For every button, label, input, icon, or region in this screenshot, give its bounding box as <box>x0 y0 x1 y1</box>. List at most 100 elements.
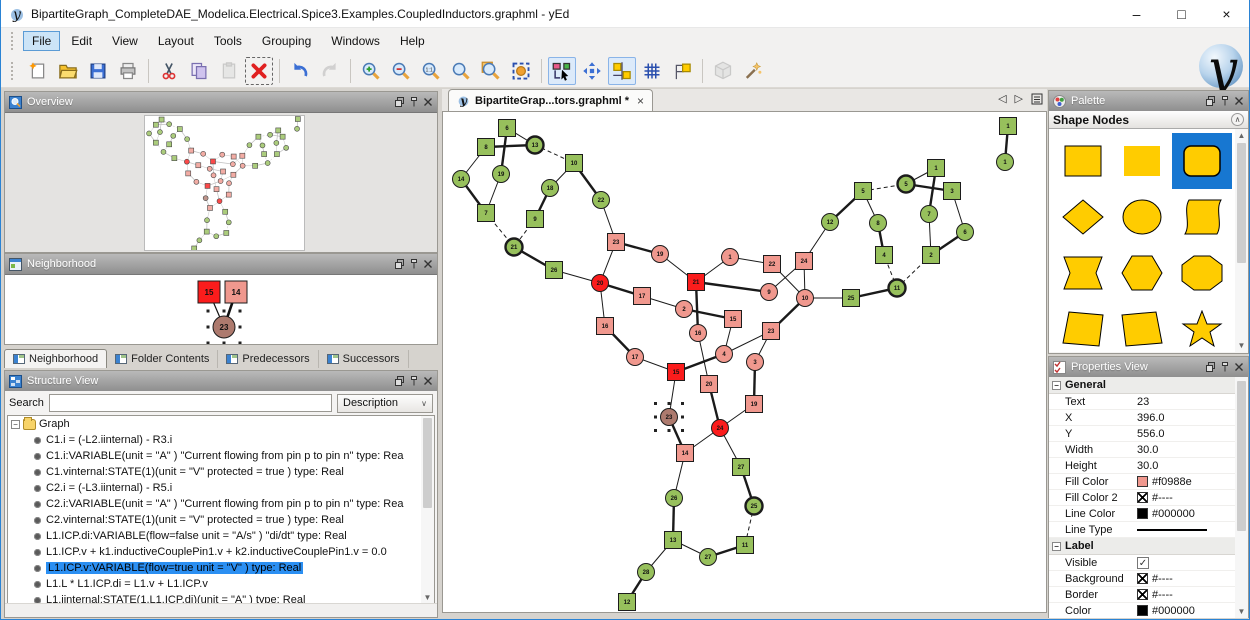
palette-shape-octagon[interactable] <box>1172 245 1232 301</box>
menu-item-help[interactable]: Help <box>391 31 434 51</box>
neighborhood-panel-buttons[interactable] <box>395 259 433 269</box>
property-row-x[interactable]: X396.0 <box>1049 410 1248 426</box>
selection-handle[interactable] <box>207 310 210 313</box>
structure-scrollbar[interactable]: ▼ <box>421 416 434 604</box>
copy-button[interactable] <box>185 57 213 85</box>
property-row-y[interactable]: Y556.0 <box>1049 426 1248 442</box>
zoom-out-button[interactable] <box>387 57 415 85</box>
pin-panel-icon[interactable] <box>1220 96 1230 106</box>
palette-shape-plain-rectangle[interactable] <box>1113 133 1173 189</box>
pin-panel-icon[interactable] <box>409 376 419 386</box>
structure-search-input[interactable] <box>49 394 332 412</box>
float-panel-icon[interactable] <box>395 97 405 107</box>
minimize-button[interactable]: – <box>1114 0 1159 28</box>
close-panel-icon[interactable] <box>423 259 433 269</box>
undo-button[interactable] <box>286 57 314 85</box>
neighborhood-tab-successors[interactable]: Successors <box>319 350 409 368</box>
selection-handle[interactable] <box>207 326 210 329</box>
property-section-label[interactable]: −Label <box>1049 538 1248 555</box>
zoom-in-button[interactable] <box>357 57 385 85</box>
overview-panel-titlebar[interactable]: Overview <box>5 92 437 112</box>
property-row-color[interactable]: Color#000000 <box>1049 603 1248 618</box>
selection-handle[interactable] <box>239 310 242 313</box>
tree-item[interactable]: C1.i = (-L2.iinternal) - R3.i <box>8 432 434 448</box>
overview-panel-buttons[interactable] <box>395 97 433 107</box>
graph-canvas[interactable]: 6813101419182279212326192017211111535712… <box>442 112 1047 613</box>
properties-panel-titlebar[interactable]: Properties View <box>1049 357 1248 377</box>
graph-edge[interactable] <box>696 282 769 292</box>
maximize-button[interactable]: □ <box>1159 0 1204 28</box>
cut-button[interactable] <box>155 57 183 85</box>
structure-hscrollbar[interactable] <box>5 603 437 617</box>
view-3d-button[interactable] <box>709 57 737 85</box>
edge-label-button[interactable] <box>668 57 696 85</box>
palette-shape-ellipse[interactable] <box>1113 189 1173 245</box>
tab-list-icon[interactable] <box>1031 93 1043 105</box>
section-expander-icon[interactable]: − <box>1052 542 1061 551</box>
tree-item[interactable]: C1.i:VARIABLE(unit = "A" ) "Current flow… <box>8 448 434 464</box>
float-panel-icon[interactable] <box>1206 362 1216 372</box>
tree-item[interactable]: L1.ICP.di:VARIABLE(flow=false unit = "A/… <box>8 528 434 544</box>
close-panel-icon[interactable] <box>423 376 433 386</box>
property-row-background[interactable]: Background#---- <box>1049 571 1248 587</box>
property-row-height[interactable]: Height30.0 <box>1049 458 1248 474</box>
new-button[interactable] <box>24 57 52 85</box>
selection-handle[interactable] <box>239 326 242 329</box>
property-row-fill-color[interactable]: Fill Color#f0988e <box>1049 474 1248 490</box>
selection-handle[interactable] <box>668 429 671 432</box>
overview-minimap[interactable] <box>144 115 305 251</box>
property-row-fill-color-2[interactable]: Fill Color 2#---- <box>1049 490 1248 506</box>
float-panel-icon[interactable] <box>395 259 405 269</box>
selection-handle[interactable] <box>207 342 210 345</box>
menu-item-layout[interactable]: Layout <box>149 31 203 51</box>
selection-handle[interactable] <box>668 402 671 405</box>
property-row-border[interactable]: Border#---- <box>1049 587 1248 603</box>
zoom-selection-button[interactable] <box>477 57 505 85</box>
neighborhood-tab-predecessors[interactable]: Predecessors <box>218 350 318 368</box>
zoom-1-1-button[interactable]: 1:1 <box>417 57 445 85</box>
section-expander-icon[interactable]: − <box>1052 381 1061 390</box>
property-row-line-color[interactable]: Line Color#000000 <box>1049 506 1248 522</box>
scroll-up-icon[interactable]: ▲ <box>1235 129 1248 142</box>
palette-shape-diamond[interactable] <box>1053 189 1113 245</box>
structure-panel-titlebar[interactable]: Structure View <box>5 371 437 391</box>
scroll-down-icon[interactable]: ▼ <box>1235 605 1248 618</box>
checkbox-checked-icon[interactable]: ✓ <box>1137 557 1149 569</box>
edit-mode-button[interactable] <box>548 57 576 85</box>
float-panel-icon[interactable] <box>395 376 405 386</box>
float-panel-icon[interactable] <box>1206 96 1216 106</box>
tree-item[interactable]: C1.vinternal:STATE(1)(unit = "V" protect… <box>8 464 434 480</box>
palette-shape-star-5[interactable] <box>1172 301 1232 352</box>
fit-content-button[interactable] <box>507 57 535 85</box>
zoom-button[interactable] <box>447 57 475 85</box>
property-section-general[interactable]: −General <box>1049 377 1248 394</box>
palette-panel-titlebar[interactable]: Palette <box>1049 91 1248 111</box>
selection-handle[interactable] <box>681 429 684 432</box>
document-tab-close-icon[interactable]: × <box>637 94 644 108</box>
tree-root[interactable]: −Graph <box>8 416 434 432</box>
selection-handle[interactable] <box>681 402 684 405</box>
pin-panel-icon[interactable] <box>409 259 419 269</box>
tab-prev-icon[interactable]: ◁ <box>998 92 1006 105</box>
pin-panel-icon[interactable] <box>409 97 419 107</box>
document-tab[interactable]: y BipartiteGrap...tors.graphml * × <box>448 89 653 111</box>
palette-shape-concave-hexagon[interactable] <box>1053 245 1113 301</box>
property-row-text[interactable]: Text23 <box>1049 394 1248 410</box>
collapse-section-icon[interactable]: ∧ <box>1231 113 1244 126</box>
close-panel-icon[interactable] <box>1234 362 1244 372</box>
tree-item[interactable]: L1.L * L1.ICP.di = L1.v + L1.ICP.v <box>8 576 434 592</box>
menu-item-file[interactable]: File <box>23 31 60 51</box>
neighborhood-tab-neighborhood[interactable]: Neighborhood <box>4 349 107 368</box>
tab-next-icon[interactable]: ▷ <box>1015 92 1023 105</box>
selection-handle[interactable] <box>239 342 242 345</box>
structure-panel-buttons[interactable] <box>395 376 433 386</box>
delete-button[interactable] <box>245 57 273 85</box>
selection-handle[interactable] <box>654 429 657 432</box>
scroll-down-icon[interactable]: ▼ <box>1235 339 1248 352</box>
property-row-visible[interactable]: Visible✓ <box>1049 555 1248 571</box>
menu-item-grouping[interactable]: Grouping <box>253 31 320 51</box>
save-button[interactable] <box>84 57 112 85</box>
palette-shape-rectangle[interactable] <box>1053 133 1113 189</box>
grid-button[interactable] <box>638 57 666 85</box>
palette-section-header[interactable]: Shape Nodes ∧ <box>1049 111 1248 129</box>
